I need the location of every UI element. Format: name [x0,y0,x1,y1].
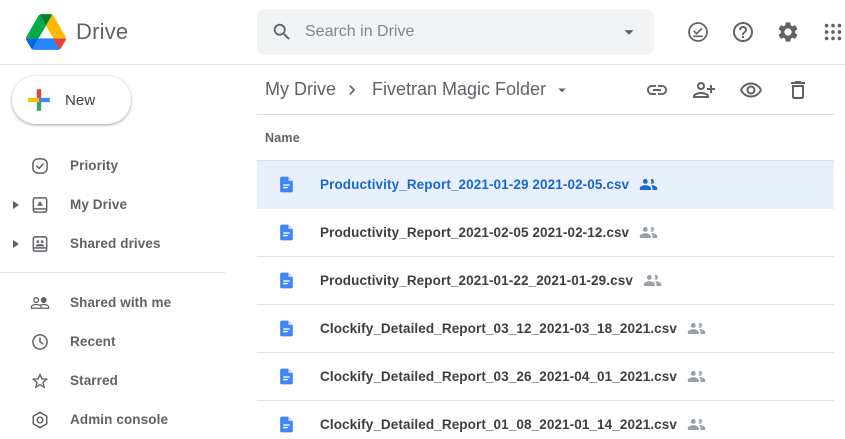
app-name: Drive [76,19,128,45]
file-action-toolbar [645,78,834,102]
shared-people-icon [687,367,706,386]
file-name: Productivity_Report_2021-01-29 2021-02-0… [320,177,629,192]
file-name: Productivity_Report_2021-01-22_2021-01-2… [320,273,633,288]
sidebar-item-recent[interactable]: Recent [0,322,257,361]
csv-file-icon [277,223,296,242]
file-name: Clockify_Detailed_Report_01_08_2021-01_1… [320,417,677,432]
multicolor-plus-icon [26,87,52,113]
google-drive-app: Drive [0,0,845,439]
search-options-caret-icon[interactable] [618,21,640,43]
sidebar-item-priority[interactable]: Priority [0,146,257,185]
topbar: Drive [0,0,845,65]
file-row[interactable]: Productivity_Report_2021-01-29 2021-02-0… [257,161,834,209]
sidebar-item-starred[interactable]: Starred [0,361,257,400]
apps-grid-icon[interactable] [821,20,845,44]
shared-people-icon [643,271,662,290]
recent-icon [30,332,50,352]
content-area: My Drive Fivetran Magic Folder [257,65,834,439]
trash-icon[interactable] [786,78,810,102]
expand-arrow-icon[interactable] [13,240,19,248]
name-header-label: Name [265,131,300,145]
sidebar-item-label: Admin console [70,412,168,427]
sidebar-item-shared-with-me[interactable]: Shared with me [0,283,257,322]
sidebar-items: Priority My Drive [0,146,257,439]
settings-icon[interactable] [776,20,800,44]
sidebar-divider [0,272,225,273]
new-button-label: New [65,92,95,109]
folder-menu-caret-icon[interactable] [553,81,571,99]
file-row[interactable]: Productivity_Report_2021-02-05 2021-02-1… [257,209,834,257]
topbar-icon-group [686,20,845,44]
shared-drives-icon [30,234,50,254]
preview-eye-icon[interactable] [739,78,763,102]
csv-file-icon [277,367,296,386]
csv-file-icon [277,415,296,434]
file-row[interactable]: Clockify_Detailed_Report_03_12_2021-03_1… [257,305,834,353]
breadcrumb-my-drive[interactable]: My Drive [265,79,336,100]
breadcrumb-current-folder[interactable]: Fivetran Magic Folder [372,79,546,100]
file-row[interactable]: Clockify_Detailed_Report_03_26_2021-04_0… [257,353,834,401]
csv-file-icon [277,175,296,194]
sidebar-item-label: My Drive [70,197,127,212]
main-area: New Priority My [0,65,845,439]
share-person-add-icon[interactable] [692,78,716,102]
starred-icon [30,371,50,391]
expand-arrow-icon[interactable] [13,201,19,209]
sidebar-item-my-drive[interactable]: My Drive [0,185,257,224]
my-drive-icon [30,195,50,215]
shared-people-icon [639,175,658,194]
chevron-right-icon [342,80,362,100]
column-header-name[interactable]: Name [257,115,834,161]
priority-icon [30,156,50,176]
file-row[interactable]: Clockify_Detailed_Report_01_08_2021-01_1… [257,401,834,439]
offline-status-icon[interactable] [686,20,710,44]
sidebar-item-shared-drives[interactable]: Shared drives [0,224,257,263]
search-bar[interactable] [257,9,654,55]
sidebar-item-label: Shared with me [70,295,171,310]
help-icon[interactable] [731,20,755,44]
search-input[interactable] [305,23,618,41]
shared-people-icon [687,319,706,338]
sidebar-item-admin-console[interactable]: Admin console [0,400,257,439]
file-row[interactable]: Productivity_Report_2021-01-22_2021-01-2… [257,257,834,305]
shared-people-icon [687,415,706,434]
get-link-icon[interactable] [645,78,669,102]
shared-with-me-icon [30,293,50,313]
new-button[interactable]: New [12,76,131,124]
sidebar: New Priority My [0,65,257,439]
file-list: Productivity_Report_2021-01-29 2021-02-0… [257,161,834,439]
shared-people-icon [639,223,658,242]
admin-console-icon [30,410,50,430]
sidebar-item-label: Starred [70,373,118,388]
breadcrumb: My Drive Fivetran Magic Folder [257,65,834,115]
file-name: Clockify_Detailed_Report_03_12_2021-03_1… [320,321,677,336]
drive-home-link[interactable]: Drive [0,14,257,50]
csv-file-icon [277,271,296,290]
drive-logo-icon [26,14,66,50]
file-name: Productivity_Report_2021-02-05 2021-02-1… [320,225,629,240]
sidebar-item-label: Priority [70,158,118,173]
file-name: Clockify_Detailed_Report_03_26_2021-04_0… [320,369,677,384]
search-icon [271,21,293,43]
sidebar-item-label: Shared drives [70,236,161,251]
csv-file-icon [277,319,296,338]
sidebar-item-label: Recent [70,334,116,349]
